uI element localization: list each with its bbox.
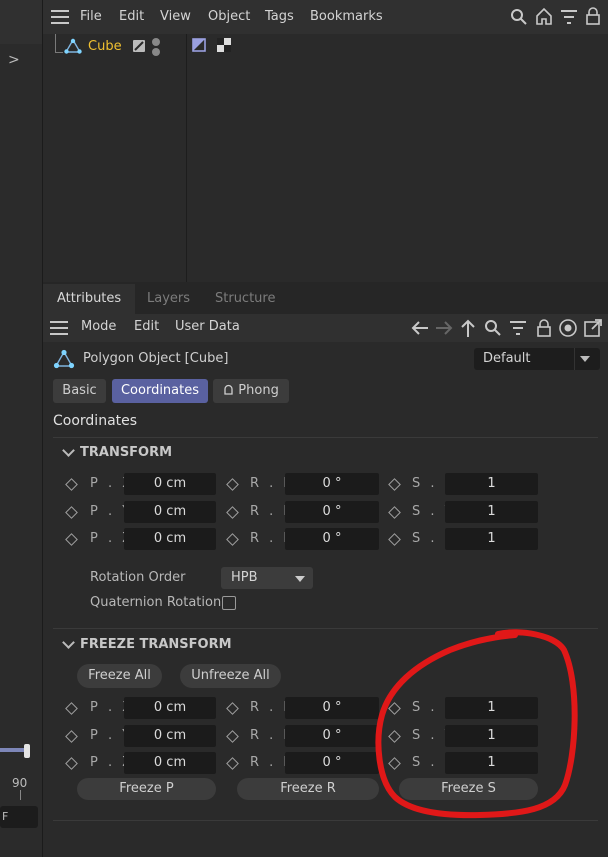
- transform-header[interactable]: TRANSFORM: [80, 445, 172, 460]
- field-sz[interactable]: 1: [445, 528, 538, 550]
- expand-arrow-icon[interactable]: >: [8, 52, 22, 72]
- menu-tags[interactable]: Tags: [265, 9, 294, 24]
- visibility-dots-icon[interactable]: [150, 37, 162, 57]
- menu-view[interactable]: View: [160, 9, 191, 24]
- field-freeze-pz[interactable]: 0 cm: [124, 752, 216, 774]
- phong-tag-icon[interactable]: [192, 38, 206, 52]
- field-freeze-rb[interactable]: 0 °: [285, 752, 379, 774]
- up-arrow-icon[interactable]: [459, 318, 477, 338]
- filter-icon[interactable]: [560, 9, 578, 25]
- tab-structure[interactable]: Structure: [201, 284, 289, 314]
- subtab-phong[interactable]: Phong: [213, 379, 289, 403]
- left-panel: [0, 0, 43, 857]
- search-icon[interactable]: [484, 319, 502, 337]
- home-icon[interactable]: [535, 7, 553, 25]
- chevron-down-icon: [295, 576, 305, 582]
- field-sy[interactable]: 1: [445, 501, 538, 523]
- section-title: Coordinates: [53, 413, 138, 429]
- hamburger-menu-icon[interactable]: [51, 10, 69, 24]
- tab-layers[interactable]: Layers: [133, 284, 204, 314]
- freeze-transform-header[interactable]: FREEZE TRANSFORM: [80, 637, 232, 652]
- object-title: Polygon Object [Cube]: [83, 351, 229, 366]
- menu-mode[interactable]: Mode: [81, 319, 116, 334]
- timeline-tick: [20, 790, 21, 800]
- subtab-coordinates[interactable]: Coordinates: [112, 379, 208, 403]
- quaternion-label: Quaternion Rotation: [90, 595, 222, 610]
- tree-connector: [55, 34, 56, 52]
- search-icon[interactable]: [510, 8, 528, 26]
- menu-edit[interactable]: Edit: [134, 319, 159, 334]
- target-icon[interactable]: [558, 318, 578, 338]
- menu-edit[interactable]: Edit: [119, 9, 144, 24]
- object-manager-menubar: File Edit View Object Tags Bookmarks: [43, 0, 608, 34]
- menu-object[interactable]: Object: [208, 9, 250, 24]
- polygon-object-icon: [53, 349, 75, 369]
- timeline-frame-field[interactable]: F: [0, 806, 38, 828]
- freeze-all-button[interactable]: Freeze All: [77, 664, 162, 688]
- field-rh[interactable]: 0 °: [285, 473, 379, 495]
- divider: [53, 437, 598, 438]
- chevron-down-icon: [580, 356, 590, 362]
- divider: [53, 820, 598, 821]
- rotation-order-dropdown[interactable]: HPB: [221, 567, 313, 589]
- rotation-order-value: HPB: [231, 570, 258, 585]
- subtab-phong-label: Phong: [238, 383, 279, 398]
- attributes-menubar: Mode Edit User Data: [43, 314, 608, 342]
- freeze-s-button[interactable]: Freeze S: [399, 778, 538, 800]
- freeze-r-button[interactable]: Freeze R: [237, 778, 379, 800]
- tab-attributes[interactable]: Attributes: [43, 284, 136, 314]
- preset-value: Default: [483, 351, 531, 366]
- field-pz[interactable]: 0 cm: [124, 528, 216, 550]
- object-tree-panel: [43, 34, 187, 282]
- attributes-tab-bar: Attributes Layers Structure: [43, 284, 608, 314]
- material-tag-icon[interactable]: [217, 38, 231, 52]
- timeline-tick-label: 90: [12, 776, 28, 790]
- freeze-p-button[interactable]: Freeze P: [77, 778, 216, 800]
- divider: [53, 628, 598, 629]
- field-freeze-sz[interactable]: 1: [445, 752, 538, 774]
- dropdown-divider: [574, 348, 575, 370]
- menu-file[interactable]: File: [80, 9, 102, 24]
- hamburger-menu-icon[interactable]: [50, 321, 68, 335]
- menu-user-data[interactable]: User Data: [175, 319, 240, 334]
- field-freeze-px[interactable]: 0 cm: [124, 697, 216, 719]
- filter-icon[interactable]: [509, 320, 527, 336]
- forward-arrow-icon[interactable]: [434, 319, 454, 337]
- polygon-object-icon: [64, 38, 82, 54]
- field-rb[interactable]: 0 °: [285, 528, 379, 550]
- object-name-cube[interactable]: Cube: [88, 39, 122, 54]
- object-tags-panel: [187, 34, 608, 282]
- timeline-slider-handle[interactable]: [24, 744, 30, 758]
- lock-icon[interactable]: [535, 318, 553, 338]
- preset-dropdown[interactable]: Default: [474, 348, 600, 370]
- lock-icon[interactable]: [584, 7, 602, 25]
- field-freeze-sx[interactable]: 1: [445, 697, 538, 719]
- subtab-basic[interactable]: Basic: [53, 379, 106, 403]
- editor-visibility-icon[interactable]: [132, 39, 146, 53]
- rotation-order-label: Rotation Order: [90, 570, 186, 585]
- new-window-icon[interactable]: [583, 318, 603, 338]
- field-freeze-sy[interactable]: 1: [445, 725, 538, 747]
- left-panel-header: [0, 0, 42, 44]
- unfreeze-all-button[interactable]: Unfreeze All: [180, 664, 281, 688]
- field-freeze-rh[interactable]: 0 °: [285, 697, 379, 719]
- field-rp[interactable]: 0 °: [285, 501, 379, 523]
- field-freeze-py[interactable]: 0 cm: [124, 725, 216, 747]
- field-sx[interactable]: 1: [445, 473, 538, 495]
- quaternion-checkbox[interactable]: [222, 596, 236, 610]
- timeline-slider-track[interactable]: [0, 748, 26, 752]
- field-px[interactable]: 0 cm: [124, 473, 216, 495]
- phong-icon: [224, 384, 233, 395]
- back-arrow-icon[interactable]: [410, 319, 430, 337]
- field-freeze-rp[interactable]: 0 °: [285, 725, 379, 747]
- menu-bookmarks[interactable]: Bookmarks: [310, 9, 383, 24]
- field-py[interactable]: 0 cm: [124, 501, 216, 523]
- tree-connector: [55, 52, 63, 53]
